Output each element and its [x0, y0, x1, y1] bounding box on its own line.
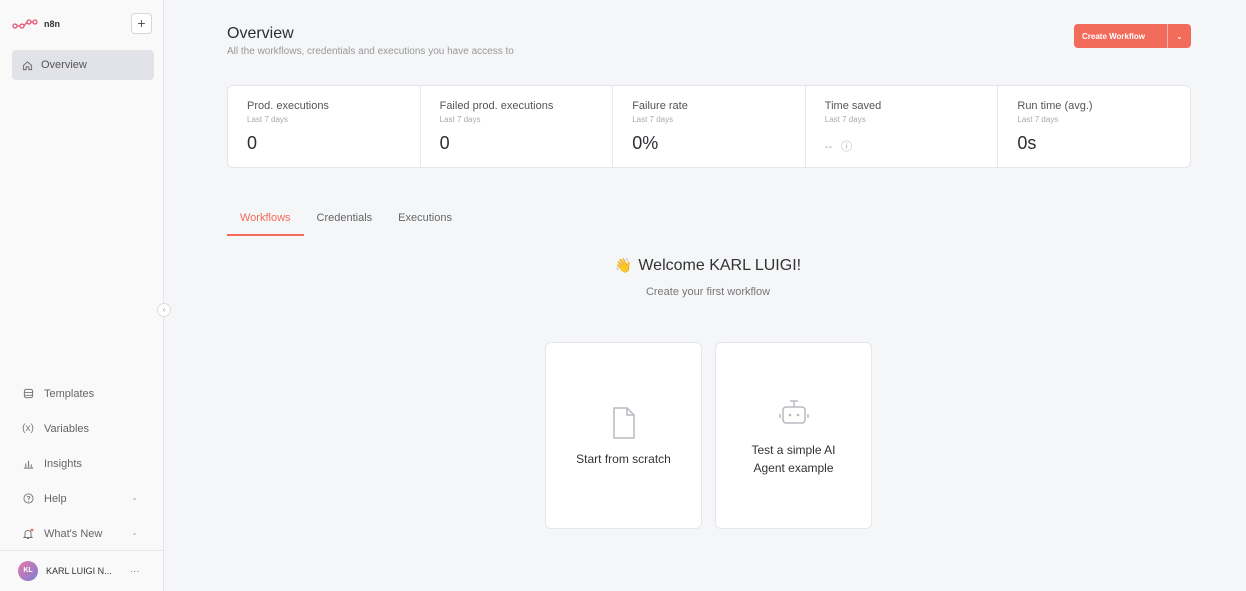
file-icon	[612, 406, 635, 439]
stat-failure-rate: Failure rate Last 7 days 0%	[613, 86, 806, 167]
insights-icon	[22, 458, 34, 470]
chevron-down-icon: ⌄	[131, 528, 138, 537]
user-menu[interactable]: KL KARL LUIGI N... ···	[0, 550, 163, 591]
sidebar-item-label: Overview	[41, 59, 87, 71]
stat-label: Time saved	[824, 100, 882, 112]
chevron-down-icon: ⌄	[131, 493, 138, 502]
card-label: Start from scratch	[576, 451, 671, 466]
avatar: KL	[18, 561, 38, 581]
card-label: Test a simple AI Agent example	[751, 442, 836, 475]
stat-run-time: Run time (avg.) Last 7 days 0s	[998, 86, 1190, 167]
sidebar-item-overview[interactable]: Overview	[12, 50, 154, 80]
welcome-subtitle: Create your first workflow	[645, 286, 771, 298]
add-button[interactable]: +	[131, 13, 152, 34]
stat-prod-executions: Prod. executions Last 7 days 0	[228, 86, 421, 167]
templates-icon	[22, 388, 34, 400]
variables-icon: (x)	[22, 423, 34, 434]
stat-period: Last 7 days	[247, 115, 288, 124]
stats-panel: Prod. executions Last 7 days 0 Failed pr…	[227, 85, 1191, 168]
n8n-logo-icon	[12, 19, 38, 29]
welcome-heading: 👋 Welcome KARL LUIGI!	[508, 257, 908, 275]
sidebar-item-insights[interactable]: Insights	[12, 446, 154, 481]
bell-icon	[22, 528, 34, 540]
create-workflow-label: Create Workflow	[1082, 31, 1145, 41]
stat-period: Last 7 days	[632, 115, 674, 124]
stat-label: Failed prod. executions	[439, 100, 554, 112]
user-name: KARL LUIGI N...	[46, 566, 112, 576]
sidebar-item-templates[interactable]: Templates	[12, 376, 154, 411]
sidebar-item-label: What's New	[44, 527, 103, 540]
help-icon	[22, 493, 34, 505]
sidebar-item-variables[interactable]: (x) Variables	[12, 411, 154, 446]
page-subtitle: All the workflows, credentials and execu…	[227, 46, 514, 57]
sidebar-item-whats-new[interactable]: What's New ⌄	[12, 516, 154, 551]
collapse-sidebar-button[interactable]: ‹	[157, 303, 171, 317]
chevron-left-icon: ‹	[162, 305, 166, 314]
wave-icon: 👋	[614, 257, 633, 273]
stat-value: 0	[439, 133, 450, 153]
sidebar-bottom-nav: Templates (x) Variables Insights Help ⌄ …	[12, 376, 154, 551]
stat-time-saved: Time saved Last 7 days -- ⓘ	[806, 86, 999, 167]
stat-period: Last 7 days	[824, 115, 866, 124]
n8n-logo[interactable]: n8n	[12, 14, 60, 34]
sidebar-item-label: Insights	[44, 457, 82, 470]
chevron-down-icon[interactable]: ⌄	[1168, 32, 1191, 41]
welcome-title: Welcome KARL LUIGI!	[638, 257, 802, 274]
stat-period: Last 7 days	[1017, 115, 1059, 124]
logo-text: n8n	[44, 19, 61, 29]
sidebar: n8n + Overview ‹ Templates (x) Variables…	[0, 0, 171, 591]
tab-credentials[interactable]: Credentials	[304, 208, 386, 236]
stat-period: Last 7 days	[439, 115, 481, 124]
page-title: Overview	[227, 25, 294, 42]
stat-value: 0%	[632, 133, 659, 153]
stat-value: -- ⓘ	[825, 138, 998, 154]
sidebar-item-label: Variables	[44, 422, 90, 435]
robot-icon	[778, 399, 809, 424]
tab-workflows[interactable]: Workflows	[227, 208, 304, 236]
ai-agent-example-card[interactable]: Test a simple AI Agent example	[715, 342, 872, 529]
stat-label: Run time (avg.)	[1017, 100, 1093, 112]
stat-value: 0	[247, 133, 258, 153]
start-from-scratch-card[interactable]: Start from scratch	[545, 342, 702, 529]
sidebar-item-label: Help	[44, 492, 67, 505]
info-icon[interactable]: ⓘ	[841, 141, 852, 153]
stat-label: Failure rate	[632, 100, 688, 112]
stat-failed-executions: Failed prod. executions Last 7 days 0	[421, 86, 614, 167]
tabs: Workflows Credentials Executions	[227, 208, 465, 236]
create-workflow-button[interactable]: Create Workflow ⌄	[1074, 24, 1191, 48]
home-icon	[22, 60, 33, 70]
stat-value: 0s	[1017, 133, 1037, 153]
more-icon[interactable]: ···	[130, 566, 140, 577]
sidebar-item-help[interactable]: Help ⌄	[12, 481, 154, 516]
stat-label: Prod. executions	[247, 100, 329, 112]
stat-value-text: --	[824, 141, 833, 153]
tab-executions[interactable]: Executions	[385, 208, 465, 236]
sidebar-item-label: Templates	[44, 387, 95, 400]
